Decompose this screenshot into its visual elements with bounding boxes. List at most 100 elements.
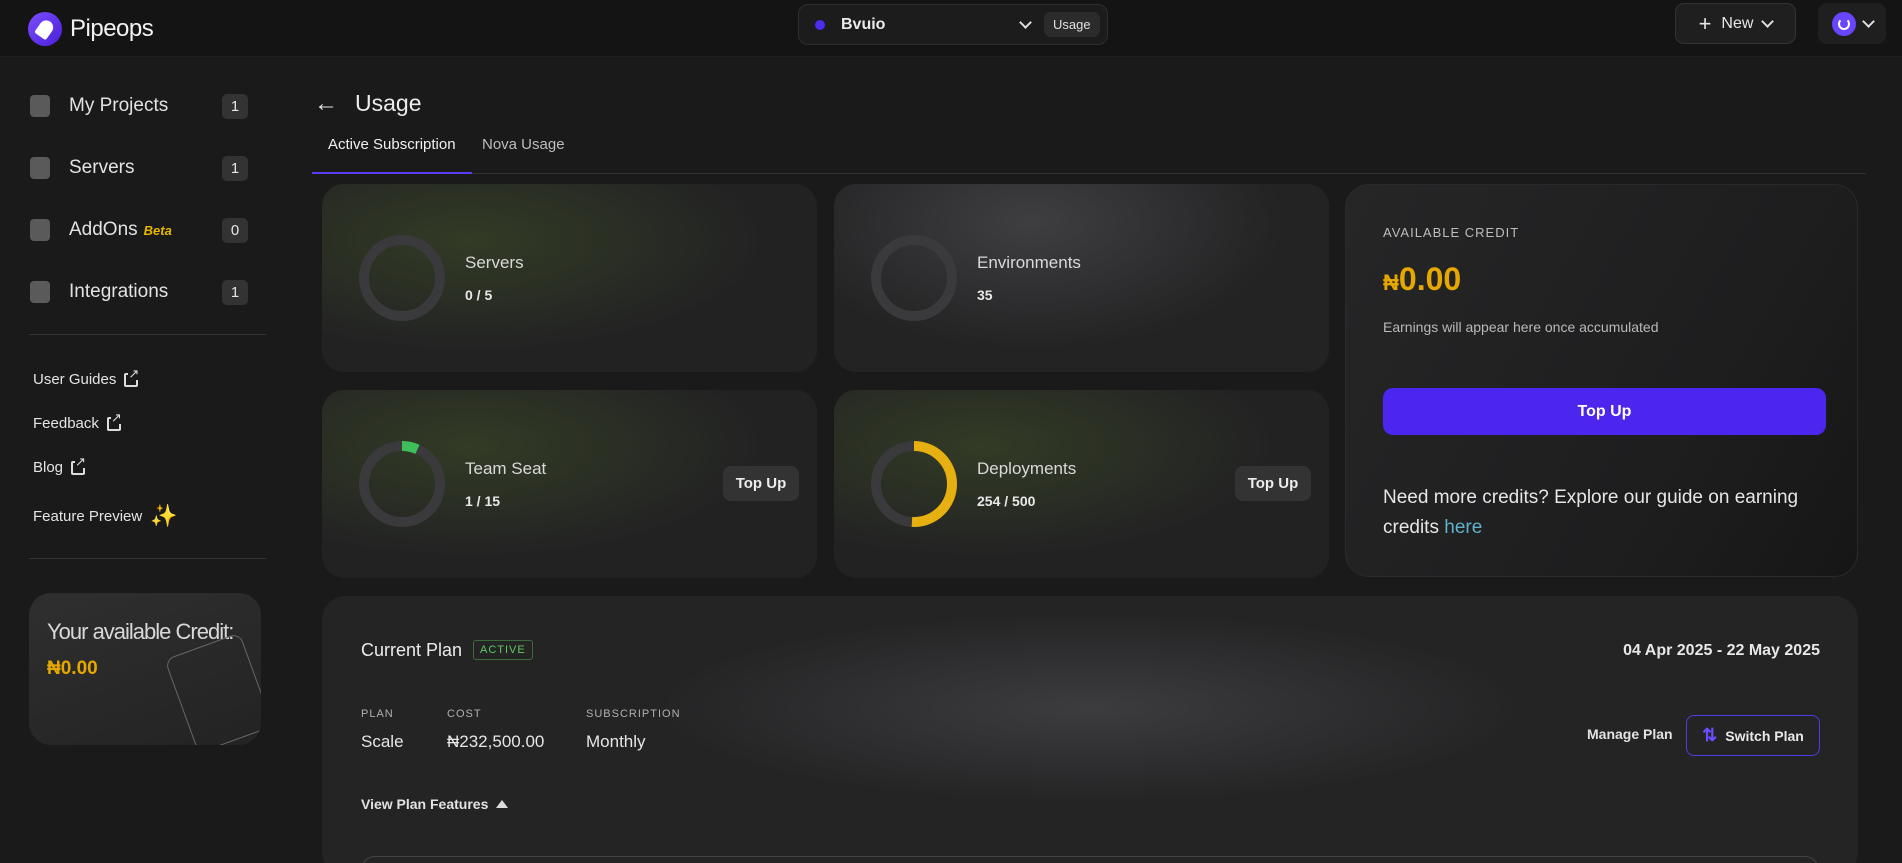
stat-label: Servers bbox=[465, 253, 524, 272]
deployments-stat-card: Deployments 254 / 500 Top Up bbox=[834, 390, 1329, 578]
user-guides-link[interactable]: User Guides bbox=[33, 366, 140, 388]
project-name: Bvuio bbox=[841, 15, 886, 33]
section-pill: Usage bbox=[1044, 12, 1100, 37]
switch-plan-button[interactable]: ⇅ Switch Plan bbox=[1686, 715, 1820, 756]
sidebar: My Projects 1 Servers 1 AddOns Beta 0 In… bbox=[0, 58, 280, 863]
stat-value: 35 bbox=[977, 287, 993, 303]
cost-value: ₦232,500.00 bbox=[447, 732, 545, 751]
credit-card-value: ₦0.00 bbox=[47, 658, 98, 679]
available-credit-panel: AVAILABLE CREDIT ₦0.00 Earnings will app… bbox=[1345, 184, 1858, 577]
user-menu-button[interactable] bbox=[1818, 3, 1886, 44]
stat-value: 254 / 500 bbox=[977, 493, 1036, 509]
sidebar-item-integrations[interactable]: Integrations 1 bbox=[30, 272, 248, 312]
wallet-illustration-icon bbox=[164, 632, 261, 745]
stat-value: 1 / 15 bbox=[465, 493, 501, 509]
external-link-icon bbox=[106, 410, 122, 431]
count-badge: 1 bbox=[222, 280, 248, 305]
beta-badge: Beta bbox=[143, 222, 172, 238]
back-arrow-icon[interactable]: ← bbox=[314, 90, 338, 118]
avatar bbox=[1831, 11, 1856, 36]
servers-usage-ring bbox=[359, 235, 445, 321]
team-seat-top-up-button[interactable]: Top Up bbox=[723, 466, 799, 501]
environments-stat-card: Environments 35 bbox=[834, 184, 1329, 372]
guide-link[interactable]: here bbox=[1444, 517, 1482, 538]
top-up-button[interactable]: Top Up bbox=[1383, 388, 1826, 435]
new-button[interactable]: + New bbox=[1675, 3, 1796, 44]
credit-label: AVAILABLE CREDIT bbox=[1383, 225, 1520, 240]
stat-label: Team Seat bbox=[465, 459, 547, 478]
sidebar-credit-card: Your available Credit: ₦0.00 bbox=[29, 593, 261, 745]
link-label: Feedback bbox=[33, 415, 99, 432]
team-seat-stat-card: Team Seat 1 / 15 Top Up bbox=[322, 390, 817, 578]
chevron-down-icon bbox=[1761, 15, 1775, 28]
tab-nova-usage[interactable]: Nova Usage bbox=[466, 136, 581, 174]
feedback-link[interactable]: Feedback bbox=[33, 410, 122, 432]
plan-value: Scale bbox=[361, 732, 404, 751]
link-label: Feature Preview bbox=[33, 507, 143, 525]
blog-link[interactable]: Blog bbox=[33, 454, 86, 476]
count-badge: 0 bbox=[222, 218, 248, 243]
switch-plan-label: Switch Plan bbox=[1725, 727, 1804, 744]
plan-features-panel bbox=[361, 856, 1819, 863]
divider bbox=[29, 334, 266, 335]
credit-card-title: Your available Credit: bbox=[47, 619, 234, 644]
subscription-label: SUBSCRIPTION bbox=[586, 708, 681, 720]
plan-title: Current Plan bbox=[361, 640, 463, 660]
sidebar-item-addons[interactable]: AddOns Beta 0 bbox=[30, 210, 248, 250]
plus-icon: + bbox=[1698, 10, 1712, 36]
sidebar-item-label: Integrations bbox=[69, 281, 169, 302]
view-plan-features-toggle[interactable]: View Plan Features bbox=[361, 796, 509, 812]
plan-label: PLAN bbox=[361, 708, 394, 720]
external-link-icon bbox=[124, 366, 140, 387]
top-bar: Pipeops Bvuio Usage + New bbox=[0, 0, 1902, 57]
team-seat-usage-ring bbox=[359, 441, 445, 527]
logo-text: Pipeops bbox=[70, 15, 154, 42]
cost-label: COST bbox=[447, 708, 482, 720]
manage-plan-link[interactable]: Manage Plan bbox=[1587, 726, 1673, 742]
project-status-dot bbox=[815, 19, 825, 30]
new-button-label: New bbox=[1721, 14, 1754, 32]
sparkle-icon: ✨ bbox=[150, 503, 178, 528]
link-label: Blog bbox=[33, 459, 64, 476]
count-badge: 1 bbox=[222, 156, 248, 181]
feature-preview-link[interactable]: Feature Preview ✨ bbox=[33, 503, 178, 529]
count-badge: 1 bbox=[222, 94, 248, 119]
view-features-label: View Plan Features bbox=[361, 796, 489, 812]
rocket-logo-icon bbox=[28, 12, 62, 46]
external-link-icon bbox=[71, 454, 86, 475]
sidebar-item-my-projects[interactable]: My Projects 1 bbox=[30, 86, 248, 126]
sidebar-item-label: My Projects bbox=[69, 95, 169, 116]
environments-usage-ring bbox=[871, 235, 957, 321]
puzzle-icon bbox=[30, 281, 50, 303]
sidebar-item-servers[interactable]: Servers 1 bbox=[30, 148, 248, 188]
file-icon bbox=[30, 95, 50, 117]
tab-bar: Active Subscription Nova Usage bbox=[312, 126, 1866, 174]
server-icon bbox=[30, 157, 50, 179]
caret-up-icon bbox=[496, 800, 509, 808]
logo[interactable]: Pipeops bbox=[28, 12, 154, 46]
plug-icon bbox=[30, 219, 50, 241]
tab-active-subscription[interactable]: Active Subscription bbox=[312, 136, 472, 174]
servers-stat-card: Servers 0 / 5 bbox=[322, 184, 817, 372]
chevron-down-icon bbox=[1861, 15, 1875, 28]
stat-label: Deployments bbox=[977, 459, 1077, 478]
deployments-usage-ring bbox=[871, 441, 957, 527]
project-switcher[interactable]: Bvuio Usage bbox=[798, 4, 1108, 45]
credit-value: 0.00 bbox=[1398, 261, 1462, 297]
sidebar-item-label: AddOns bbox=[69, 219, 138, 240]
credit-amount: ₦0.00 bbox=[1383, 261, 1461, 298]
swap-arrows-icon: ⇅ bbox=[1702, 725, 1718, 745]
currency-symbol: ₦ bbox=[1383, 270, 1399, 295]
stat-value: 0 / 5 bbox=[465, 287, 493, 303]
chevron-down-icon bbox=[1019, 16, 1032, 29]
current-plan-card: Current Plan ACTIVE 04 Apr 2025 - 22 May… bbox=[322, 596, 1858, 863]
page-title: Usage bbox=[355, 90, 422, 116]
plan-dates: 04 Apr 2025 - 22 May 2025 bbox=[1623, 642, 1820, 659]
stat-label: Environments bbox=[977, 253, 1081, 272]
subscription-value: Monthly bbox=[586, 732, 646, 751]
link-label: User Guides bbox=[33, 371, 117, 388]
sidebar-item-label: Servers bbox=[69, 157, 135, 178]
deployments-top-up-button[interactable]: Top Up bbox=[1235, 466, 1311, 501]
credit-guide-text: Need more credits? Explore our guide on … bbox=[1383, 483, 1823, 543]
divider bbox=[29, 558, 266, 559]
